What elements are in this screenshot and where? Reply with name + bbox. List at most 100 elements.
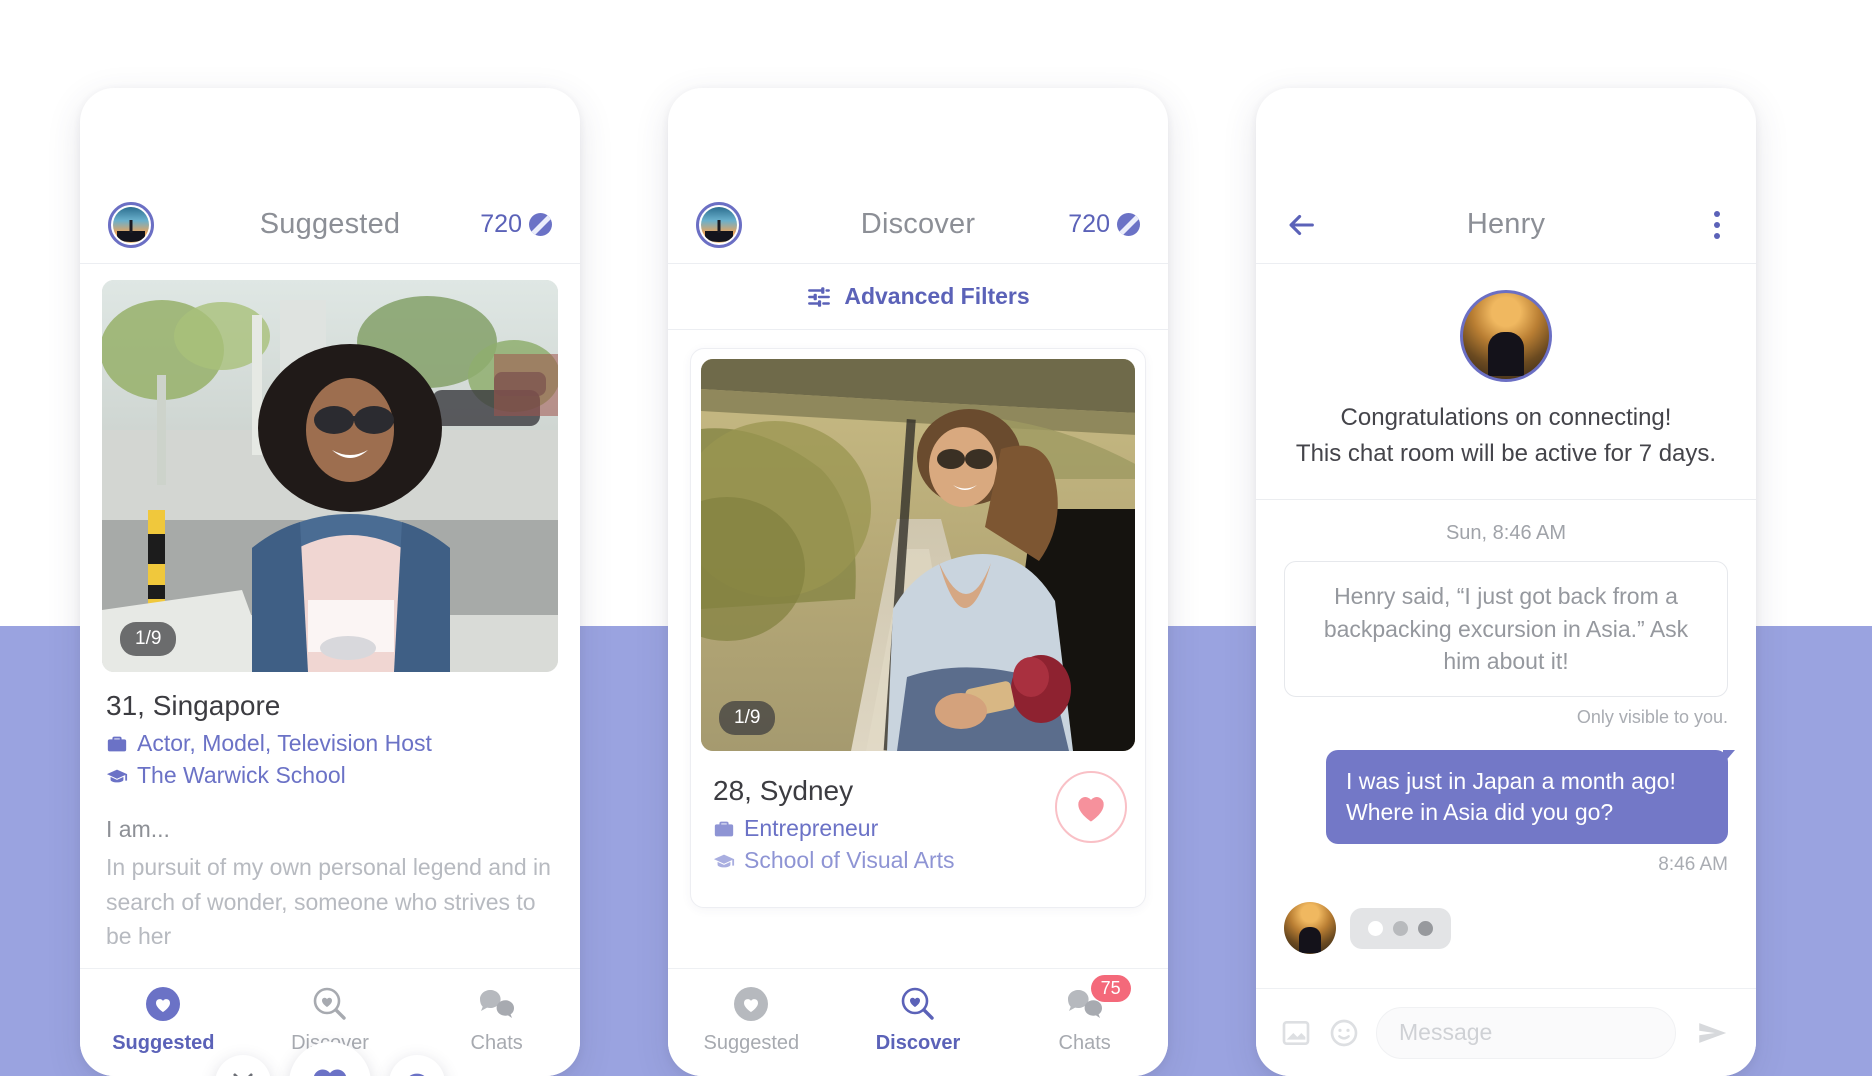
user-avatar[interactable] xyxy=(696,201,742,248)
partner-avatar xyxy=(1284,902,1336,955)
kebab-menu-icon xyxy=(1714,232,1720,239)
close-x-icon xyxy=(233,1073,253,1076)
profile-occupation-label: Actor, Model, Television Host xyxy=(137,730,432,756)
phone-discover: Discover 720 Advanced Filters 1/9 28, Sy… xyxy=(668,88,1168,1076)
heart-outline-icon xyxy=(1078,796,1104,822)
tab-discover-label: Discover xyxy=(875,1032,961,1054)
bottom-tab-bar-discover: Suggested Discover 75 Chats xyxy=(668,968,1168,1076)
discover-header: Discover 720 xyxy=(668,186,1168,264)
discover-card-footer: 28, Sydney Entrepreneur School of Visual… xyxy=(701,751,1135,897)
message-button[interactable] xyxy=(389,1055,445,1076)
send-icon[interactable] xyxy=(1692,1016,1732,1050)
kebab-menu-icon xyxy=(1714,210,1720,217)
briefcase-icon xyxy=(107,736,127,751)
profile-school-label: The Warwick School xyxy=(137,762,346,788)
discover-school-label: School of Visual Arts xyxy=(744,847,955,873)
chat-menu-button[interactable] xyxy=(1706,207,1728,243)
discover-occupation: Entrepreneur xyxy=(713,815,955,842)
discover-body: 1/9 28, Sydney Entrepreneur School of Vi… xyxy=(668,348,1168,908)
heart-filled-icon xyxy=(143,985,183,1023)
bio-text: In pursuit of my own personal legend and… xyxy=(106,854,551,949)
discover-name-age: 28, Sydney xyxy=(713,775,854,806)
coin-icon xyxy=(529,213,552,236)
outgoing-message-time: 8:46 AM xyxy=(1658,854,1728,876)
chat-bubble-icon xyxy=(409,1073,425,1076)
typing-dot xyxy=(1368,920,1383,936)
discover-occupation-label: Entrepreneur xyxy=(744,815,879,841)
pass-button[interactable] xyxy=(215,1055,271,1076)
bio-heading: I am... xyxy=(106,816,170,842)
chat-header: Henry xyxy=(1256,186,1756,264)
like-button[interactable] xyxy=(289,1042,371,1076)
message-list[interactable]: Sun, 8:46 AM Henry said, “I just got bac… xyxy=(1256,500,1756,955)
message-timestamp: Sun, 8:46 AM xyxy=(1445,521,1567,544)
match-avatar[interactable] xyxy=(1460,290,1552,382)
typing-dot xyxy=(1418,920,1433,936)
sliders-icon xyxy=(808,286,831,307)
chat-body: Congratulations on connecting! This chat… xyxy=(1256,264,1756,955)
chat-intro: Congratulations on connecting! This chat… xyxy=(1256,264,1756,473)
profile-card[interactable]: 1/9 31, Singapore Actor, Model, Televisi… xyxy=(80,280,580,954)
coin-balance[interactable]: 720 xyxy=(480,210,552,239)
user-avatar[interactable] xyxy=(108,201,154,248)
advanced-filters-button[interactable]: Advanced Filters xyxy=(668,264,1168,330)
discover-school: School of Visual Arts xyxy=(713,847,955,874)
chats-icon: 75 xyxy=(1065,975,1131,1023)
typing-dots xyxy=(1350,907,1451,949)
profile-actions xyxy=(80,1042,580,1076)
kebab-menu-icon xyxy=(1714,221,1720,228)
status-bar-space xyxy=(1256,88,1756,186)
advanced-filters-label: Advanced Filters xyxy=(844,283,1030,309)
coin-balance-value: 720 xyxy=(480,210,522,238)
back-arrow-icon xyxy=(1289,214,1314,235)
briefcase-icon xyxy=(714,821,734,836)
back-button[interactable] xyxy=(1284,208,1318,242)
profile-name-age: 31, Singapore xyxy=(106,690,281,721)
tab-chats[interactable]: 75 Chats xyxy=(1002,975,1167,1055)
status-bar-space xyxy=(668,88,1168,186)
discover-like-button[interactable] xyxy=(1055,771,1127,843)
tab-suggested-label: Suggested xyxy=(703,1032,800,1054)
hint-visibility-note: Only visible to you. xyxy=(1576,706,1728,727)
discover-photo[interactable]: 1/9 xyxy=(701,359,1135,751)
status-bar-space xyxy=(80,88,580,186)
message-composer: Message xyxy=(1256,988,1756,1076)
tab-suggested[interactable]: Suggested xyxy=(669,985,834,1055)
suggested-body: 1/9 31, Singapore Actor, Model, Televisi… xyxy=(80,280,580,1076)
search-heart-icon xyxy=(310,985,350,1023)
image-icon[interactable] xyxy=(1280,1017,1312,1049)
chats-icon xyxy=(477,985,517,1023)
hint-bubble: Henry said, “I just got back from a back… xyxy=(1284,560,1728,697)
phone-chat: Henry Congratulations on connecting! Thi… xyxy=(1256,88,1756,1076)
photo-counter: 1/9 xyxy=(120,622,177,656)
profile-photo[interactable]: 1/9 xyxy=(102,280,558,672)
heart-icon xyxy=(314,1069,346,1076)
chat-title: Henry xyxy=(1466,208,1546,240)
typing-indicator-row xyxy=(1284,902,1728,955)
tab-discover[interactable]: Discover xyxy=(835,985,1000,1055)
heart-filled-icon xyxy=(731,985,771,1023)
profile-occupation: Actor, Model, Television Host xyxy=(106,730,554,757)
profile-bio: I am... In pursuit of my own personal le… xyxy=(102,794,558,954)
phone-suggested: Suggested 720 1/9 31, Singapore Actor, M… xyxy=(80,88,580,1076)
profile-school: The Warwick School xyxy=(106,762,554,789)
photo-counter: 1/9 xyxy=(719,701,776,735)
user-avatar-image xyxy=(701,206,737,243)
coin-icon xyxy=(1117,213,1140,236)
typing-dot xyxy=(1393,920,1408,936)
chat-congrats-line1: Congratulations on connecting! xyxy=(1340,404,1672,431)
suggested-header: Suggested 720 xyxy=(80,186,580,264)
discover-photo-art xyxy=(701,359,1135,751)
coin-balance-value: 720 xyxy=(1068,210,1110,238)
chat-congrats-line2: This chat room will be active for 7 days… xyxy=(1295,440,1717,468)
chats-unread-badge: 75 xyxy=(1090,975,1131,1002)
profile-photo-art xyxy=(102,280,558,672)
graduation-cap-icon xyxy=(106,769,128,782)
emoji-icon[interactable] xyxy=(1328,1017,1360,1049)
message-input[interactable]: Message xyxy=(1376,1006,1676,1059)
coin-balance[interactable]: 720 xyxy=(1068,210,1140,239)
discover-card[interactable]: 1/9 28, Sydney Entrepreneur School of Vi… xyxy=(690,348,1146,908)
outgoing-message-bubble: I was just in Japan a month ago! Where i… xyxy=(1326,749,1735,845)
discover-profile-info: 28, Sydney Entrepreneur School of Visual… xyxy=(709,769,959,879)
user-avatar-image xyxy=(113,206,149,243)
